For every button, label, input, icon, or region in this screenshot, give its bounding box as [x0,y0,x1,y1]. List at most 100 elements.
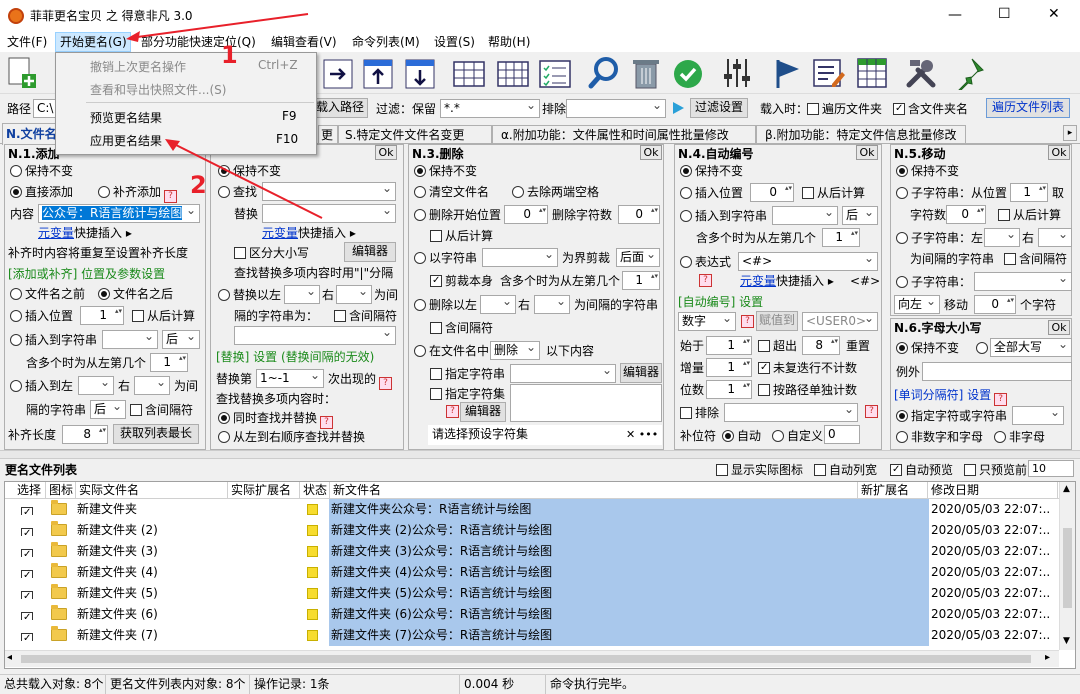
p4-insert-pos-radio[interactable]: 插入位置 [680,185,743,201]
traverse-folder-checkbox[interactable]: 遍历文件夹 [807,101,882,117]
preview-count-input[interactable]: 10 [1028,460,1074,477]
p1-insert-to-str-radio[interactable]: 插入到字符串 [10,332,97,348]
h-scroll-thumb[interactable] [21,655,1031,663]
play-icon[interactable] [670,100,686,116]
p1-pad-len-spinner[interactable]: 8 [62,425,108,444]
p4-insert-to-str-radio[interactable]: 插入到字符串 [680,208,767,224]
p5-from-back-checkbox[interactable]: 从后计算 [998,207,1061,223]
p4-keep-radio[interactable]: 保持不变 [680,163,743,179]
checklist-icon[interactable] [538,58,572,90]
p3-specify-str-select[interactable] [510,364,616,383]
p3-del-count-spinner[interactable]: 0 [618,205,660,224]
p3-del-left-radio[interactable]: 删除以左 [414,297,477,313]
p2-keep-radio[interactable]: 保持不变 [218,163,281,179]
col-modified[interactable]: 修改日期 [928,482,1058,499]
p3-cut-self-checkbox[interactable]: 剪裁本身 [430,273,493,289]
p4-auto-radio[interactable]: 自动 [722,428,761,444]
table-row[interactable]: 新建文件夹 新建文件夹公众号：R语言统计与绘图 2020/05/03 22:07… [5,499,1059,520]
p6-non-alnum-radio[interactable]: 非数字和字母 [896,429,983,445]
help-icon[interactable]: ? [379,377,393,390]
filter-settings-button[interactable]: 过滤设置 [690,98,748,118]
p3-help-icon[interactable]: ? [446,405,459,418]
p4-ok-button[interactable]: Ok [856,145,878,160]
table-row[interactable]: 新建文件夹 (7) 新建文件夹 (7)公众号：R语言统计与绘图 2020/05/… [5,625,1059,646]
move-right-icon[interactable] [322,58,354,90]
p3-remove-spaces-radio[interactable]: 去除两端空格 [512,184,599,200]
row-checkbox[interactable] [21,612,33,620]
p1-insert-pos-radio[interactable]: 插入位置 [10,308,73,324]
filter-keep-select[interactable]: *.* [440,99,540,118]
p4-start-spinner[interactable]: 1 [706,336,752,355]
grid-edit-icon[interactable] [856,56,890,90]
scroll-down-icon[interactable]: ▼ [1063,636,1070,646]
p4-from-back-checkbox[interactable]: 从后计算 [802,185,865,201]
columns-icon[interactable] [452,58,486,90]
p5-substr-left-radio[interactable]: 子字符串：左 [896,230,983,246]
p3-in-name-action-select[interactable]: 删除 [490,341,540,360]
p3-clear-icon[interactable]: ✕ ••• [626,427,658,443]
p3-left-select[interactable] [480,295,516,314]
p2-find-select[interactable] [262,182,396,201]
col-new-ext[interactable]: 新扩展名 [858,482,928,499]
scroll-right-icon[interactable]: ▸ [1045,652,1050,663]
p4-type-select[interactable]: 数字 [678,312,736,331]
menu-command-list[interactable]: 命令列表(M) [352,34,420,50]
p4-per-path-checkbox[interactable]: 按路径单独计数 [758,382,857,398]
help-icon[interactable]: ? [741,315,754,328]
p3-string-select[interactable] [482,248,558,267]
help-icon[interactable]: ? [865,405,878,418]
tools-icon[interactable] [904,56,938,90]
row-checkbox[interactable] [21,591,33,599]
p4-var-link[interactable]: 元变量快捷插入 ▸ [740,273,834,289]
table-row[interactable]: 新建文件夹 (2) 新建文件夹 (2)公众号：R语言统计与绘图 2020/05/… [5,520,1059,541]
p1-var-link[interactable]: 元变量快捷插入 ▸ [38,225,132,241]
tab-scroll-right[interactable]: ▸ [1063,125,1077,141]
p6-specify-radio[interactable]: 指定字符或字符串 [896,408,1007,424]
p4-overflow-checkbox[interactable]: 超出 [758,338,797,354]
p1-multi-spinner[interactable]: 1 [150,353,188,372]
minimize-icon[interactable]: — [948,7,962,23]
p5-substr-select[interactable] [974,272,1072,291]
p4-no-repeat-checkbox[interactable]: 未复迭行不计数 [758,360,857,376]
p2-ok-button[interactable]: Ok [375,145,397,160]
row-checkbox[interactable] [21,507,33,515]
p5-move-spinner[interactable]: 0 [974,295,1016,314]
p6-ok-button[interactable]: Ok [1048,320,1070,335]
p2-include-sep-checkbox[interactable]: 含间隔符 [334,308,397,324]
p3-ok-button[interactable]: Ok [640,145,662,160]
menu-quick-locate[interactable]: 部分功能快速定位(Q) [141,34,256,50]
move-up-icon[interactable] [362,58,394,90]
search-icon[interactable] [588,56,622,90]
p4-help-icon[interactable]: ? [699,274,712,287]
p4-step-spinner[interactable]: 1 [706,358,752,377]
p1-left-select[interactable] [78,376,114,395]
p1-insert-between-radio[interactable]: 插入到左 [10,378,73,394]
menu-apply-item[interactable]: 应用更名结果 [90,132,162,149]
p3-to-string-radio[interactable]: 以字符串 [414,250,477,266]
p1-before-name-radio[interactable]: 文件名之前 [10,286,85,302]
p6-non-alpha-radio[interactable]: 非字母 [994,429,1045,445]
scroll-up-icon[interactable]: ▲ [1063,484,1070,494]
p5-keep-radio[interactable]: 保持不变 [896,163,959,179]
filter-exclude-select[interactable] [566,99,666,118]
tab-file-info[interactable]: β.附加功能：特定文件信息批量修改 [756,125,966,144]
p1-right-select[interactable] [134,376,170,395]
p1-between-after-select[interactable]: 后 [90,400,126,419]
splitter[interactable] [0,450,1080,459]
p3-in-name-radio[interactable]: 在文件名中 [414,343,489,359]
help-icon[interactable]: ? [164,190,178,203]
p2-editor-button[interactable]: 编辑器 [344,242,396,262]
p1-insert-str-select[interactable] [102,330,158,349]
p5-substr-radio[interactable]: 子字符串： [896,274,971,290]
pin-icon[interactable] [952,56,986,90]
p4-custom-radio[interactable]: 自定义 [772,428,823,444]
p1-from-back-checkbox[interactable]: 从后计算 [132,308,195,324]
sliders-icon[interactable] [720,56,754,90]
p4-custom-input[interactable]: 0 [824,425,860,444]
p2-sync-radio[interactable]: 同时查找并替换? [218,410,334,429]
p3-multi-spinner[interactable]: 1 [622,271,660,290]
p4-multi-spinner[interactable]: 1 [822,228,860,247]
tab-attributes[interactable]: α.附加功能：文件属性和时间属性批量修改 [492,125,756,144]
flag-icon[interactable] [770,56,804,90]
p2-nth-select[interactable]: 1~-1 [256,369,324,388]
